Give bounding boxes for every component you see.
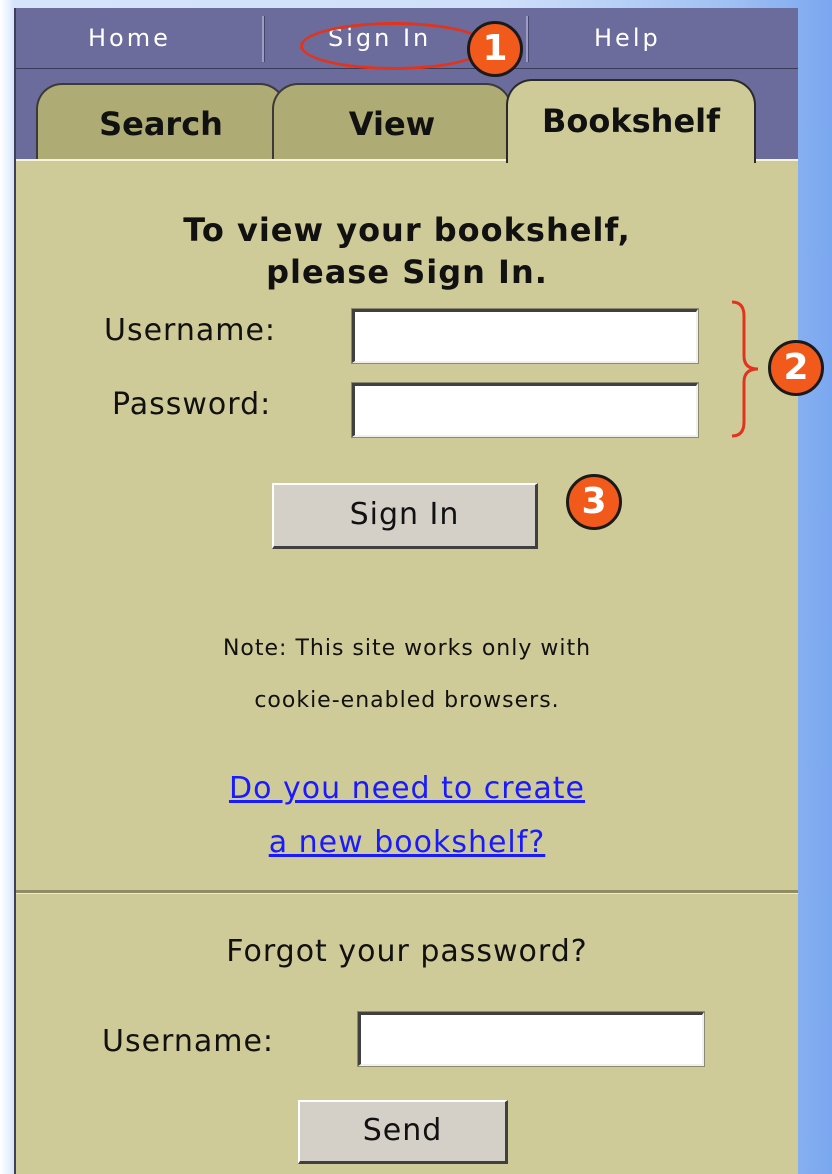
note-line-2: cookie-enabled browsers.: [254, 688, 560, 713]
nav-home-link[interactable]: Home: [88, 8, 171, 68]
create-bookshelf-link-line-2[interactable]: a new bookshelf?: [269, 825, 546, 860]
create-bookshelf-link-line-1[interactable]: Do you need to create: [229, 771, 585, 806]
note-line-1: Note: This site works only with: [222, 636, 592, 661]
tab-search[interactable]: Search: [36, 83, 286, 161]
step-2-brace: [731, 300, 759, 438]
nav-separator: [262, 16, 265, 62]
sign-in-highlight-oval: [300, 22, 488, 70]
prompt-line-1: To view your bookshelf,: [183, 211, 631, 249]
nav-separator: [526, 16, 529, 62]
sign-in-prompt: To view your bookshelf, please Sign In.: [16, 209, 798, 293]
bookshelf-panel: Home Sign In Help Search View Bookshelf …: [14, 8, 798, 1174]
username-label: Username:: [104, 313, 277, 348]
step-2-badge: 2: [768, 340, 824, 396]
tab-strip: Search View Bookshelf: [16, 69, 798, 163]
forgot-username-input[interactable]: [357, 1011, 705, 1067]
section-divider: [16, 890, 798, 894]
tab-view[interactable]: View: [272, 83, 512, 161]
password-label: Password:: [112, 387, 272, 422]
forgot-username-label: Username:: [102, 1024, 275, 1059]
password-input[interactable]: [351, 382, 699, 438]
forgot-password-heading: Forgot your password?: [226, 934, 588, 969]
step-1-badge: 1: [467, 21, 523, 77]
send-button[interactable]: Send: [298, 1100, 508, 1164]
sign-in-button[interactable]: Sign In: [272, 483, 538, 549]
create-bookshelf-link-block: Do you need to create a new bookshelf?: [16, 762, 798, 870]
username-input[interactable]: [351, 308, 699, 364]
cookie-note: Note: This site works only with cookie-e…: [16, 623, 798, 727]
sign-in-form: To view your bookshelf, please Sign In. …: [16, 161, 798, 849]
tab-bookshelf[interactable]: Bookshelf: [506, 79, 756, 163]
prompt-line-2: please Sign In.: [266, 253, 548, 291]
nav-help-link[interactable]: Help: [594, 8, 661, 68]
step-3-badge: 3: [566, 474, 622, 530]
